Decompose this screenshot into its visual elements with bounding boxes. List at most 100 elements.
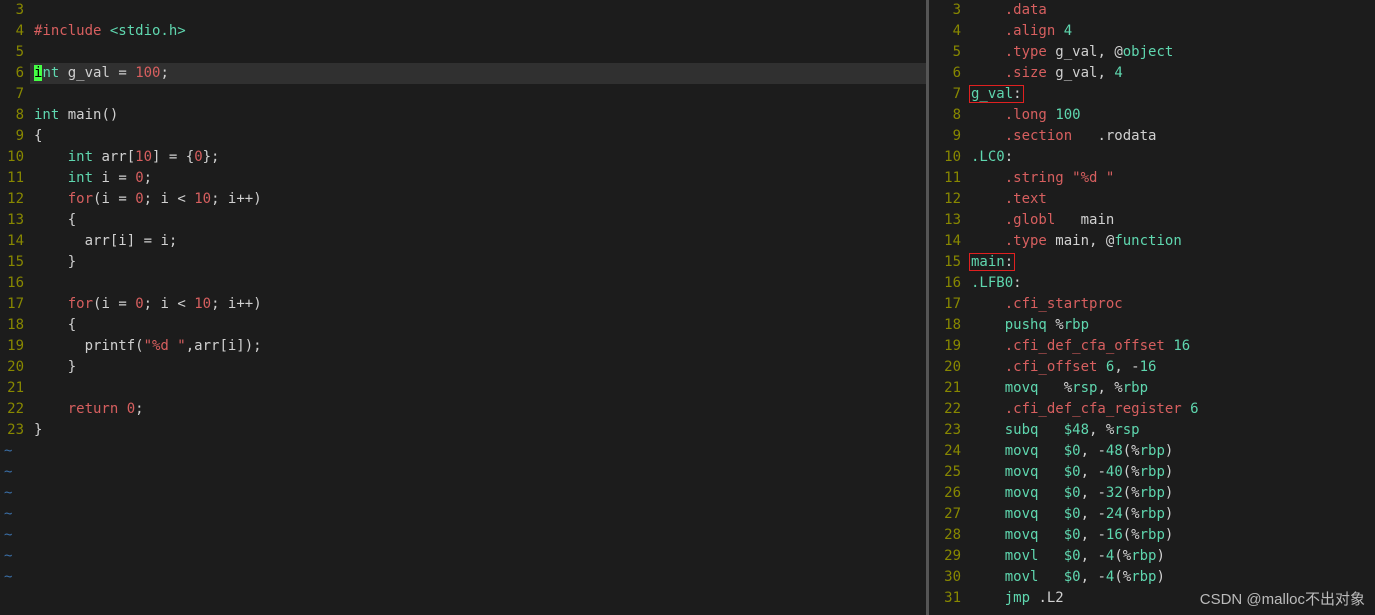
token: [971, 107, 1005, 123]
token: .LFB0: [971, 275, 1013, 291]
code-line[interactable]: int g_val = 100;: [30, 63, 926, 84]
token: [1097, 359, 1105, 375]
line-number: 14: [0, 231, 24, 252]
code-line[interactable]: .cfi_def_cfa_offset 16: [971, 336, 1375, 357]
code-line[interactable]: .globl main: [971, 210, 1375, 231]
code-line[interactable]: movl $0, -4(%rbp): [971, 567, 1375, 588]
code-line[interactable]: [34, 273, 926, 294]
code-line[interactable]: arr[i] = i;: [34, 231, 926, 252]
code-line[interactable]: movq $0, -24(%rbp): [971, 504, 1375, 525]
token: ): [1156, 548, 1164, 564]
code-line[interactable]: movl $0, -4(%rbp): [971, 546, 1375, 567]
token: 0: [127, 401, 135, 417]
right-editor-pane[interactable]: 3456789101112131415161718192021222324252…: [928, 0, 1375, 615]
token: [1182, 401, 1190, 417]
code-line[interactable]: .cfi_offset 6, -16: [971, 357, 1375, 378]
code-line[interactable]: for(i = 0; i < 10; i++): [34, 294, 926, 315]
code-line[interactable]: [34, 84, 926, 105]
token: 10: [135, 149, 152, 165]
code-line[interactable]: movq $0, -48(%rbp): [971, 441, 1375, 462]
token: ]: [152, 149, 169, 165]
code-line[interactable]: .cfi_def_cfa_register 6: [971, 399, 1375, 420]
line-number: 9: [0, 126, 24, 147]
code-line[interactable]: {: [34, 315, 926, 336]
token: [971, 548, 1005, 564]
code-line[interactable]: pushq %rbp: [971, 315, 1375, 336]
token: <: [177, 191, 185, 207]
code-line[interactable]: .align 4: [971, 21, 1375, 42]
code-line[interactable]: .cfi_startproc: [971, 294, 1375, 315]
token: rbp: [1131, 548, 1156, 564]
code-line[interactable]: movq $0, -16(%rbp): [971, 525, 1375, 546]
token: .cfi_def_cfa_offset: [1005, 338, 1165, 354]
token: [971, 401, 1005, 417]
code-line[interactable]: #include <stdio.h>: [34, 21, 926, 42]
line-number: 16: [929, 273, 961, 294]
right-code-area[interactable]: .data .align 4 .type g_val, @object .siz…: [967, 0, 1375, 615]
code-line[interactable]: jmp .L2: [971, 588, 1375, 609]
left-editor-pane[interactable]: 34567891011121314151617181920212223 #inc…: [0, 0, 928, 615]
code-line[interactable]: int main(): [34, 105, 926, 126]
code-line[interactable]: int arr[10] = {0};: [34, 147, 926, 168]
token: 0: [135, 191, 143, 207]
line-number: 12: [929, 189, 961, 210]
code-line[interactable]: return 0;: [34, 399, 926, 420]
line-number: 10: [929, 147, 961, 168]
code-line[interactable]: [34, 42, 926, 63]
token: , -: [1081, 443, 1106, 459]
code-line[interactable]: [34, 0, 926, 21]
code-line[interactable]: .LFB0:: [971, 273, 1375, 294]
line-number: 10: [0, 147, 24, 168]
code-line[interactable]: }: [34, 420, 926, 441]
line-number: 13: [0, 210, 24, 231]
code-line[interactable]: for(i = 0; i < 10; i++): [34, 189, 926, 210]
code-line[interactable]: }: [34, 252, 926, 273]
code-line[interactable]: int i = 0;: [34, 168, 926, 189]
code-line[interactable]: .LC0:: [971, 147, 1375, 168]
code-line[interactable]: .section .rodata: [971, 126, 1375, 147]
token: [34, 401, 68, 417]
line-number: 21: [0, 378, 24, 399]
code-line[interactable]: .long 100: [971, 105, 1375, 126]
line-number: 3: [929, 0, 961, 21]
token: , %: [1089, 422, 1114, 438]
line-number: 6: [929, 63, 961, 84]
token: {: [34, 212, 76, 228]
code-line[interactable]: .type g_val, @object: [971, 42, 1375, 63]
code-line[interactable]: movq $0, -40(%rbp): [971, 462, 1375, 483]
token: (%: [1123, 464, 1140, 480]
code-line[interactable]: subq $48, %rsp: [971, 420, 1375, 441]
code-line[interactable]: movq $0, -32(%rbp): [971, 483, 1375, 504]
token: [971, 527, 1005, 543]
token: ): [1165, 485, 1173, 501]
code-line[interactable]: .type main, @function: [971, 231, 1375, 252]
token: =: [144, 233, 152, 249]
code-line[interactable]: }: [34, 357, 926, 378]
code-line[interactable]: movq %rsp, %rbp: [971, 378, 1375, 399]
code-line[interactable]: main:: [971, 252, 1375, 273]
code-line[interactable]: .size g_val, 4: [971, 63, 1375, 84]
token: g_val,: [1047, 65, 1114, 81]
code-line[interactable]: g_val:: [971, 84, 1375, 105]
right-line-gutter: 3456789101112131415161718192021222324252…: [929, 0, 967, 615]
token: rbp: [1064, 317, 1089, 333]
token: , -: [1081, 464, 1106, 480]
token: [1038, 506, 1063, 522]
line-number: 9: [929, 126, 961, 147]
token: ): [1165, 527, 1173, 543]
line-number: 8: [0, 105, 24, 126]
code-line[interactable]: .data: [971, 0, 1375, 21]
code-line[interactable]: .string "%d ": [971, 168, 1375, 189]
left-code-area[interactable]: #include <stdio.h> int g_val = 100; int ma…: [30, 0, 926, 615]
code-line[interactable]: .text: [971, 189, 1375, 210]
token: movl: [1005, 569, 1039, 585]
code-line[interactable]: printf("%d ",arr[i]);: [34, 336, 926, 357]
token: "%d ": [1072, 170, 1114, 186]
token: [34, 149, 68, 165]
code-line[interactable]: {: [34, 126, 926, 147]
token: [186, 296, 194, 312]
token: [971, 233, 1005, 249]
code-line[interactable]: [34, 378, 926, 399]
code-line[interactable]: {: [34, 210, 926, 231]
token: <stdio.h>: [110, 23, 186, 39]
